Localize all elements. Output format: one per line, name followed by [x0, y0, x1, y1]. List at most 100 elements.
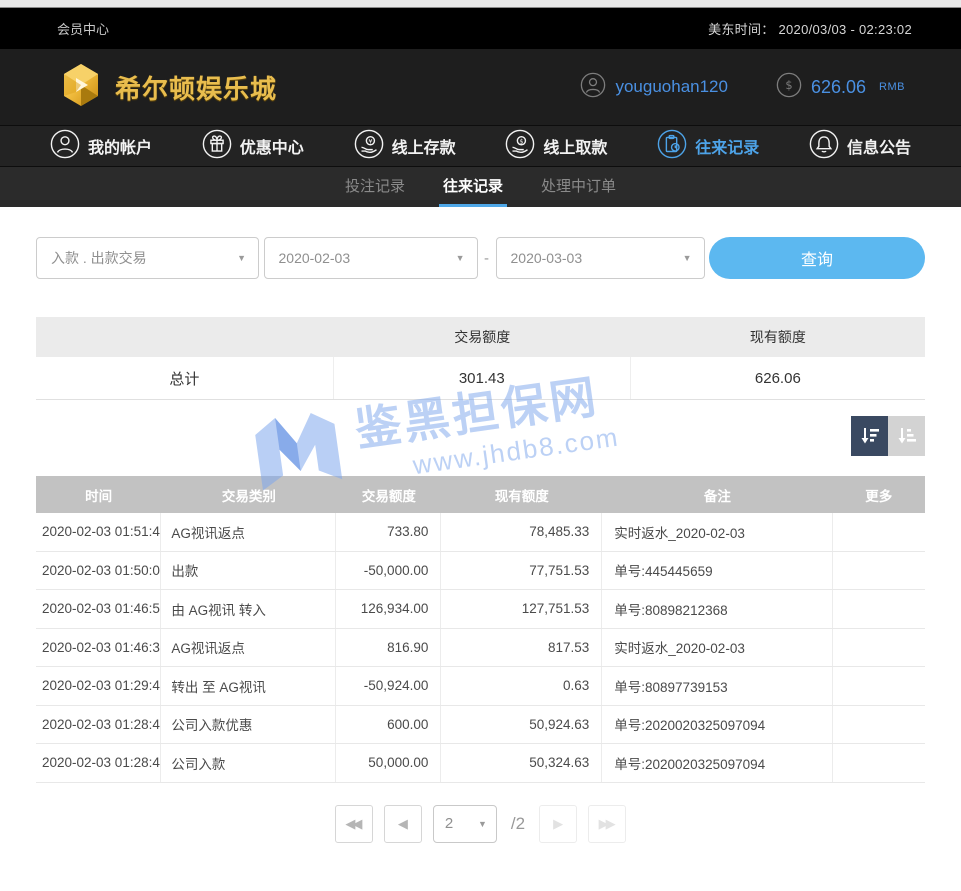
page-select[interactable]: 2 ▼	[433, 805, 497, 843]
svg-text:$: $	[520, 137, 524, 145]
page-select-value: 2	[445, 815, 453, 832]
summary-header-balance: 现有额度	[631, 317, 925, 357]
summary-balance-value: 626.06	[631, 357, 925, 399]
gift-icon	[202, 129, 232, 164]
cell-remark: 单号:80897739153	[602, 667, 832, 705]
cell-amount: 816.90	[336, 629, 441, 667]
col-header-type: 交易类别	[161, 476, 336, 513]
browser-edge-strip	[0, 0, 961, 8]
table-row: 2020-02-03 01:46:30 AG视讯返点 816.90 817.53…	[36, 629, 925, 668]
sub-nav: 投注记录 往来记录 处理中订单	[0, 167, 961, 207]
sort-toolbar	[0, 416, 925, 456]
summary-trade-value: 301.43	[334, 357, 631, 399]
cell-time: 2020-02-03 01:46:52	[36, 590, 161, 628]
records-icon	[657, 129, 687, 164]
sort-descending-button[interactable]	[851, 416, 888, 456]
cell-type: AG视讯返点	[161, 513, 336, 551]
svg-text:$: $	[785, 78, 792, 92]
brand[interactable]: 希尔顿娱乐城	[57, 61, 277, 114]
transaction-type-select[interactable]: 入款 . 出款交易 ▼	[36, 237, 259, 279]
nav-item-withdraw[interactable]: $ 线上取款	[505, 129, 607, 164]
first-page-button[interactable]: ◀◀	[335, 805, 373, 843]
nav-item-my-account[interactable]: 我的帐户	[50, 129, 152, 164]
date-to-select[interactable]: 2020-03-03 ▼	[496, 237, 705, 279]
cell-type: 公司入款优惠	[161, 706, 336, 744]
table-row: 2020-02-03 01:29:47 转出 至 AG视讯 -50,924.00…	[36, 667, 925, 706]
next-page-button[interactable]: ▶	[539, 805, 577, 843]
cell-type: 由 AG视讯 转入	[161, 590, 336, 628]
balance-display[interactable]: $ 626.06 RMB	[776, 72, 905, 103]
cell-time: 2020-02-03 01:46:30	[36, 629, 161, 667]
query-button[interactable]: 查询	[709, 237, 925, 279]
cell-time: 2020-02-03 01:51:41	[36, 513, 161, 551]
dollar-circle-icon: $	[776, 72, 802, 103]
summary-total-row: 总计 301.43 626.06	[36, 357, 925, 400]
username: youguohan120	[615, 77, 728, 97]
pagination: ◀◀ ◀ 2 ▼ /2 ▶ ▶▶	[0, 805, 961, 843]
withdraw-icon: $	[505, 129, 535, 164]
brand-logo-icon	[57, 61, 105, 114]
cell-remark: 单号:445445659	[602, 552, 832, 590]
nav-item-promotions[interactable]: 优惠中心	[202, 129, 304, 164]
cell-type: 出款	[161, 552, 336, 590]
table-row: 2020-02-03 01:46:52 由 AG视讯 转入 126,934.00…	[36, 590, 925, 629]
cell-type: AG视讯返点	[161, 629, 336, 667]
prev-page-button[interactable]: ◀	[384, 805, 422, 843]
sort-ascending-button[interactable]	[888, 416, 925, 456]
bell-icon	[809, 129, 839, 164]
balance-amount: 626.06	[811, 77, 866, 98]
table-row: 2020-02-03 01:28:42 公司入款 50,000.00 50,32…	[36, 744, 925, 783]
cell-balance: 78,485.33	[441, 513, 602, 551]
cell-time: 2020-02-03 01:50:00	[36, 552, 161, 590]
nav-item-announcements[interactable]: 信息公告	[809, 129, 911, 164]
col-header-more: 更多	[833, 476, 925, 513]
tab-transaction-records[interactable]: 往来记录	[439, 167, 507, 207]
user-account[interactable]: youguohan120	[580, 72, 728, 103]
nav-item-transaction-records[interactable]: 往来记录	[657, 129, 759, 164]
col-header-balance: 现有额度	[441, 476, 602, 513]
cell-amount: 50,000.00	[336, 744, 441, 782]
cell-amount: -50,924.00	[336, 667, 441, 705]
topbar: 会员中心 美东时间： 2020/03/03 - 02:23:02	[0, 8, 961, 49]
summary-header-row: 交易额度 现有额度	[36, 317, 925, 357]
date-from-select[interactable]: 2020-02-03 ▼	[264, 237, 478, 279]
cell-balance: 0.63	[441, 667, 602, 705]
site-header: 希尔顿娱乐城 youguohan120 $ 626.06 RMB	[0, 49, 961, 126]
tab-pending-orders[interactable]: 处理中订单	[537, 167, 620, 207]
cell-more	[833, 513, 925, 551]
main-nav: 我的帐户 优惠中心 ¥ 线上存款	[0, 126, 961, 167]
cell-balance: 50,324.63	[441, 744, 602, 782]
cell-more	[833, 744, 925, 782]
cell-balance: 127,751.53	[441, 590, 602, 628]
table-row: 2020-02-03 01:50:00 出款 -50,000.00 77,751…	[36, 552, 925, 591]
cell-more	[833, 667, 925, 705]
cell-more	[833, 629, 925, 667]
cell-type: 转出 至 AG视讯	[161, 667, 336, 705]
cell-amount: 600.00	[336, 706, 441, 744]
server-time: 美东时间： 2020/03/03 - 02:23:02	[708, 19, 912, 38]
cell-amount: 126,934.00	[336, 590, 441, 628]
member-center-label: 会员中心	[57, 19, 109, 38]
svg-text:¥: ¥	[368, 137, 372, 145]
cell-type: 公司入款	[161, 744, 336, 782]
cell-more	[833, 706, 925, 744]
cell-balance: 77,751.53	[441, 552, 602, 590]
date-range-separator: -	[482, 250, 491, 267]
cell-more	[833, 552, 925, 590]
cell-time: 2020-02-03 01:28:42	[36, 744, 161, 782]
balance-currency: RMB	[879, 81, 905, 93]
cell-remark: 单号:80898212368	[602, 590, 832, 628]
last-page-button[interactable]: ▶▶	[588, 805, 626, 843]
caret-down-icon: ▼	[478, 819, 487, 829]
table-row: 2020-02-03 01:51:41 AG视讯返点 733.80 78,485…	[36, 513, 925, 552]
records-table: 时间 交易类别 交易额度 现有额度 备注 更多 2020-02-03 01:51…	[36, 476, 925, 783]
deposit-icon: ¥	[354, 129, 384, 164]
user-avatar-icon	[580, 72, 606, 103]
nav-item-deposit[interactable]: ¥ 线上存款	[354, 129, 456, 164]
summary-header-trade: 交易额度	[334, 317, 631, 357]
caret-down-icon: ▼	[683, 253, 692, 263]
tab-betting-records[interactable]: 投注记录	[341, 167, 409, 207]
filter-bar: 入款 . 出款交易 ▼ 2020-02-03 ▼ - 2020-03-03 ▼ …	[36, 237, 925, 279]
brand-title: 希尔顿娱乐城	[115, 69, 277, 106]
user-icon	[50, 129, 80, 164]
